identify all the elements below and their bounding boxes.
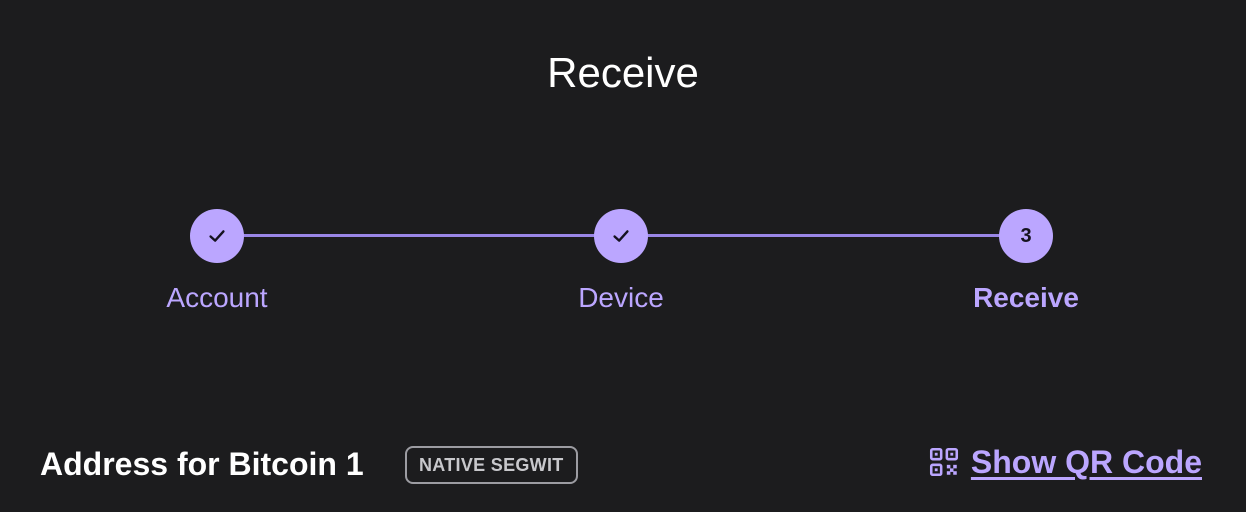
address-label: Address for Bitcoin 1 [40,446,364,482]
show-qr-code-link[interactable]: Show QR Code [927,442,1202,482]
step-label-receive: Receive [973,282,1079,313]
show-qr-code-label[interactable]: Show QR Code [971,442,1202,482]
step-device-indicator [594,209,648,263]
check-icon [613,230,629,242]
receive-screen: Receive 3 Account Device Receive Address… [0,0,1246,512]
page-title: Receive [547,49,699,96]
stepper-connector-2 [621,234,1026,237]
step-account-indicator [190,209,244,263]
stepper-connector-1 [217,234,621,237]
qr-code-icon [929,447,958,477]
address-type-badge: NATIVE SEGWIT [405,446,578,484]
check-icon [209,230,225,242]
step-number: 3 [1020,224,1032,247]
step-label-device: Device [578,282,664,313]
step-label-account: Account [166,282,268,313]
step-receive-indicator: 3 [999,209,1053,263]
